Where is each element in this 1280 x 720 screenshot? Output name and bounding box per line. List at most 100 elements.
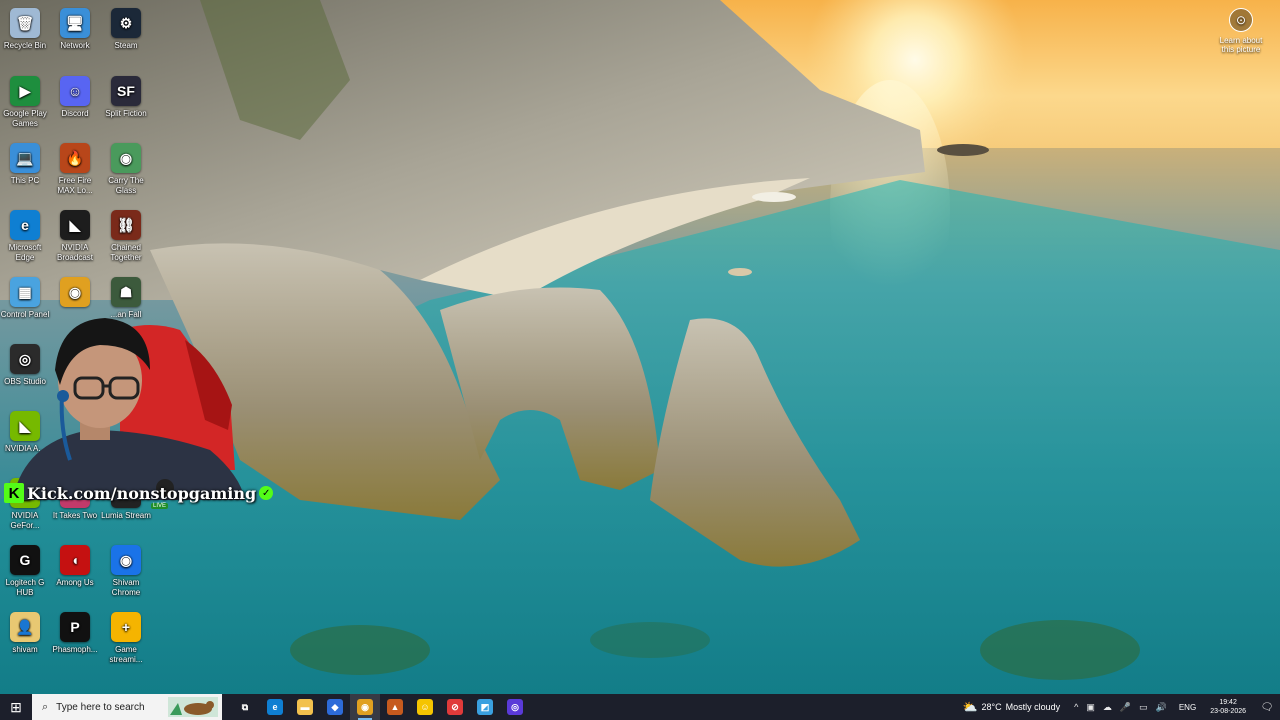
desktop-icon-label: Carry The Glass xyxy=(108,176,144,195)
icon-game-streaming-glyph-icon: + xyxy=(111,612,141,642)
weather-icon: ⛅ xyxy=(962,700,978,714)
taskbar-app-yellow[interactable]: ☺ xyxy=(410,694,440,720)
taskbar: ⊞ ⌕ Type here to search ⧉ e ▬ ◆ ◉ ▲ ☺ ⊘ ◩ ◎ ⛅ 28°… xyxy=(0,694,1280,720)
icon-shivam-chrome[interactable]: ◉ Shivam Chrome xyxy=(101,541,151,598)
taskbar-app-red[interactable]: ⊘ xyxy=(440,694,470,720)
taskbar-app-blue-icon: ◆ xyxy=(327,699,343,715)
icon-google-play-games-glyph-icon: ▶ xyxy=(10,76,40,106)
weather-widget[interactable]: ⛅ 28°C Mostly cloudy xyxy=(963,700,1061,714)
icon-logitech-g-hub[interactable]: G Logitech G HUB xyxy=(0,541,50,598)
camera-icon: ⊙ xyxy=(1229,8,1253,32)
clock-date: 23-08-2026 xyxy=(1210,708,1246,715)
icon-split-fiction[interactable]: SF Split Fiction xyxy=(101,72,151,119)
desktop-icon-label: NVIDIA GeFor... xyxy=(10,511,40,530)
desktop-icon-label: Microsoft Edge xyxy=(8,243,42,262)
language-indicator[interactable]: ENG xyxy=(1179,703,1196,712)
taskbar-app-yellow-icon: ☺ xyxy=(417,699,433,715)
desktop-icon-label: Lumia Stream xyxy=(101,511,151,520)
taskbar-game-orange[interactable]: ▲ xyxy=(380,694,410,720)
taskbar-task-view-icon: ⧉ xyxy=(241,701,249,712)
taskbar-game-orange-icon: ▲ xyxy=(387,699,403,715)
stream-handle: Kick.com/nonstopgaming xyxy=(27,483,257,503)
icon-shivam[interactable]: 👤 shivam xyxy=(0,608,50,655)
desktop-icon-label: Discord xyxy=(61,109,89,118)
icon-carry-the-glass[interactable]: ◉ Carry The Glass xyxy=(101,139,151,196)
icon-network-glyph-icon: 🖥 xyxy=(60,8,90,38)
desktop-icon-label: Split Fiction xyxy=(105,109,147,118)
desktop-icon-label: Chained Together xyxy=(110,243,142,262)
desktop-icon-label: Shivam Chrome xyxy=(111,578,141,597)
icon-among-us[interactable]: ◖ Among Us xyxy=(50,541,100,588)
clock-time: 19:42 xyxy=(1219,699,1237,706)
network-icon[interactable]: ▭ xyxy=(1139,702,1148,713)
volume-icon[interactable]: 🔊 xyxy=(1156,702,1167,713)
taskbar-app-blue[interactable]: ◆ xyxy=(320,694,350,720)
desktop-icon-label: Phasmoph... xyxy=(52,645,98,654)
taskbar-file-explorer[interactable]: ▬ xyxy=(290,694,320,720)
icon-discord[interactable]: ☺ Discord xyxy=(50,72,100,119)
taskbar-chrome-icon: ◉ xyxy=(357,699,373,715)
icon-chained-together-glyph-icon: ⛓ xyxy=(111,210,141,240)
windows-icon: ⊞ xyxy=(10,698,22,715)
desktop-icon-label: Google Play Games xyxy=(3,109,47,128)
icon-network[interactable]: 🖥 Network xyxy=(50,4,100,51)
taskbar-obs-icon: ◎ xyxy=(507,699,523,715)
clock[interactable]: 19:42 23-08-2026 xyxy=(1210,698,1246,716)
icon-microsoft-edge-glyph-icon: e xyxy=(10,210,40,240)
icon-split-fiction-glyph-icon: SF xyxy=(111,76,141,106)
icon-game-streaming[interactable]: + Game streami... xyxy=(101,608,151,665)
icon-this-pc[interactable]: 💻 This PC xyxy=(0,139,50,186)
icon-discord-glyph-icon: ☺ xyxy=(60,76,90,106)
taskbar-edge[interactable]: e xyxy=(260,694,290,720)
desktop-icon-label: Recycle Bin xyxy=(3,41,47,50)
streamer-illustration xyxy=(15,318,245,500)
desktop-icon-label: This PC xyxy=(10,176,40,185)
icon-logitech-g-hub-glyph-icon: G xyxy=(10,545,40,575)
tray-app-icon[interactable]: ▣ xyxy=(1086,702,1095,713)
icon-among-us-glyph-icon: ◖ xyxy=(60,545,90,575)
microphone-icon[interactable]: 🎤 xyxy=(1120,702,1131,713)
show-hidden-icons-icon[interactable]: ^ xyxy=(1074,702,1078,712)
learn-about-label: Learn about this picture xyxy=(1219,36,1263,54)
icon-this-pc-glyph-icon: 💻 xyxy=(10,143,40,173)
icon-free-fire-glyph-icon: 🔥 xyxy=(60,143,90,173)
search-icon: ⌕ xyxy=(42,700,49,713)
desktop-icon-label: Logitech G HUB xyxy=(5,578,45,597)
taskbar-task-view[interactable]: ⧉ xyxy=(230,694,260,720)
icon-microsoft-edge[interactable]: e Microsoft Edge xyxy=(0,206,50,263)
icon-recycle-bin-glyph-icon: 🗑 xyxy=(10,8,40,38)
verified-icon: ✓ xyxy=(259,486,274,500)
icon-phasmophobia-glyph-icon: P xyxy=(60,612,90,642)
icon-recycle-bin[interactable]: 🗑 Recycle Bin xyxy=(0,4,50,51)
taskbar-chrome[interactable]: ◉ xyxy=(350,694,380,720)
live-badge: LIVE xyxy=(151,503,169,509)
icon-shivam-glyph-icon: 👤 xyxy=(10,612,40,642)
icon-phasmophobia[interactable]: P Phasmoph... xyxy=(50,608,100,655)
weather-temp: 28°C xyxy=(981,702,1002,712)
icon-chained-together[interactable]: ⛓ Chained Together xyxy=(101,206,151,263)
onedrive-icon[interactable]: ☁ xyxy=(1103,702,1112,713)
taskbar-app-red-icon: ⊘ xyxy=(447,699,463,715)
desktop-icon-label: Among Us xyxy=(56,578,94,587)
taskbar-obs[interactable]: ◎ xyxy=(500,694,530,720)
taskbar-app-lightblue[interactable]: ◩ xyxy=(470,694,500,720)
search-box[interactable]: ⌕ Type here to search xyxy=(32,694,222,720)
learn-about-picture[interactable]: ⊙ Learn about this picture xyxy=(1214,6,1268,54)
icon-google-play-games[interactable]: ▶ Google Play Games xyxy=(0,72,50,129)
kick-logo-icon: K xyxy=(4,483,24,503)
search-placeholder: Type here to search xyxy=(56,701,145,713)
desktop-icon-label: shivam xyxy=(12,645,38,654)
desktop-icon-label: Game streami... xyxy=(109,645,143,664)
icon-steam-glyph-icon: ⚙ xyxy=(111,8,141,38)
desktop-icon-label: Free Fire MAX Lo... xyxy=(57,176,93,195)
taskbar-edge-icon: e xyxy=(267,699,283,715)
taskbar-app-lightblue-icon: ◩ xyxy=(477,699,493,715)
notification-icon[interactable]: 🗨 xyxy=(1254,702,1280,713)
icon-nvidia-broadcast-glyph-icon: ◣ xyxy=(60,210,90,240)
icon-nvidia-broadcast[interactable]: ◣ NVIDIA Broadcast xyxy=(50,206,100,263)
weather-condition: Mostly cloudy xyxy=(1005,702,1061,712)
icon-free-fire[interactable]: 🔥 Free Fire MAX Lo... xyxy=(50,139,100,196)
icon-steam[interactable]: ⚙ Steam xyxy=(101,4,151,51)
webcam-overlay xyxy=(0,300,250,500)
start-button[interactable]: ⊞ xyxy=(0,694,32,720)
